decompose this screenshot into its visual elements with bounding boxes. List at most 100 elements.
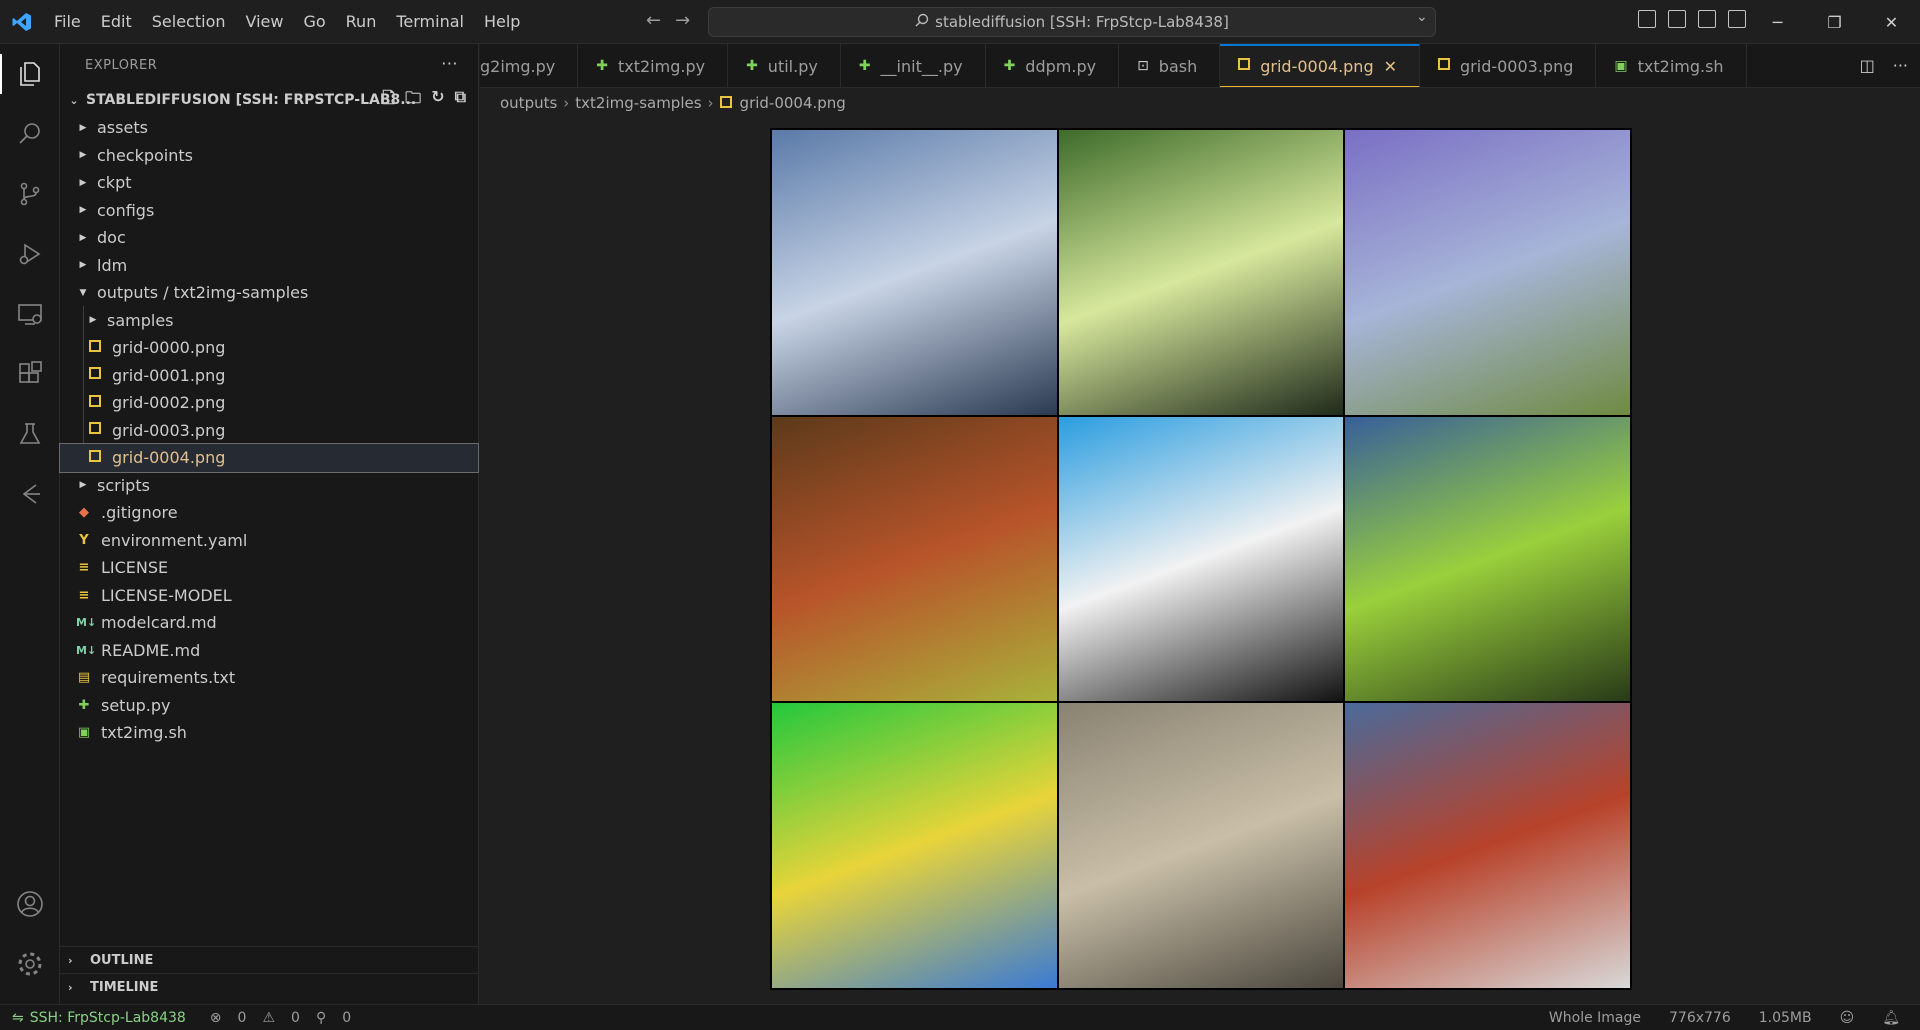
tree-item-folder[interactable]: ▶ assets	[60, 114, 478, 142]
new-file-icon[interactable]: 🗋	[382, 87, 395, 114]
tab-grid-0003[interactable]: grid-0003.png	[1420, 44, 1597, 87]
toggle-secondary-sidebar-icon[interactable]	[1698, 10, 1716, 28]
breadcrumb-item[interactable]: txt2img-samples	[575, 94, 701, 112]
tree-item-folder[interactable]: ▶ samples	[60, 307, 478, 335]
tree-item-folder-open[interactable]: ▼ outputs / txt2img-samples	[60, 279, 478, 307]
timeline-section[interactable]: › TIMELINE	[60, 973, 479, 1000]
extensions-icon[interactable]	[0, 344, 60, 404]
close-icon[interactable]: ✕	[1863, 0, 1920, 44]
remote-icon: ⇋	[12, 1009, 24, 1026]
remote-explorer-icon[interactable]	[0, 284, 60, 344]
command-center-label: stablediffusion [SSH: FrpStcp-Lab8438]	[935, 13, 1229, 31]
chevron-down-icon[interactable]: ⌄	[1416, 9, 1428, 25]
forward-arrow-icon[interactable]: →	[675, 10, 690, 31]
tab-g2img[interactable]: g2img.py	[480, 44, 579, 87]
tree-item-folder[interactable]: ▶ ldm	[60, 252, 478, 280]
tree-item-file[interactable]: grid-0003.png	[60, 417, 478, 445]
navigation-arrows: ← →	[646, 10, 690, 31]
back-arrow-icon[interactable]: ←	[646, 10, 661, 31]
tree-item-label: grid-0000.png	[112, 338, 226, 358]
breadcrumb-item[interactable]: outputs	[500, 94, 557, 112]
menu-view[interactable]: View	[236, 0, 294, 44]
grid-image-tile	[772, 130, 1057, 415]
tree-item-file-selected[interactable]: grid-0004.png	[59, 443, 479, 473]
menu-edit[interactable]: Edit	[91, 0, 142, 44]
chevron-right-icon: ▶	[79, 122, 87, 133]
tab-txt2img-py[interactable]: ✚ txt2img.py	[578, 44, 729, 87]
more-actions-icon[interactable]: ···	[441, 54, 458, 73]
python-icon: ✚	[858, 58, 871, 74]
tree-item-file[interactable]: ✚ setup.py	[60, 692, 478, 720]
tab-util-py[interactable]: ✚ util.py	[728, 44, 841, 87]
run-debug-icon[interactable]	[0, 224, 60, 284]
workspace-root[interactable]: ⌄ STABLEDIFFUSION [SSH: FRPSTCP-LAB8... …	[60, 86, 478, 114]
tab-txt2img-sh[interactable]: ▣ txt2img.sh	[1596, 44, 1747, 87]
tree-item-folder[interactable]: ▶ checkpoints	[60, 142, 478, 170]
tree-item-file[interactable]: Yenvironment.yaml	[60, 527, 478, 555]
tree-item-file[interactable]: ▣ txt2img.sh	[60, 719, 478, 747]
tree-item-label: outputs / txt2img-samples	[97, 283, 309, 303]
tab-grid-0004[interactable]: grid-0004.png ✕	[1220, 44, 1421, 87]
restore-icon[interactable]: ❐	[1806, 0, 1863, 44]
tab-init-py[interactable]: ✚ __init__.py	[841, 44, 986, 87]
tree-item-label: LICENSE	[101, 558, 169, 578]
split-editor-icon[interactable]: ◫	[1860, 56, 1875, 75]
source-control-icon[interactable]	[0, 164, 60, 224]
tree-item-folder[interactable]: ▶ ckpt	[60, 169, 478, 197]
tab-label: util.py	[767, 56, 818, 76]
tab-bash[interactable]: ⊡ bash	[1119, 44, 1221, 87]
tree-item-folder[interactable]: ▶ scripts	[60, 472, 478, 500]
command-center[interactable]: stablediffusion [SSH: FrpStcp-Lab8438]	[708, 7, 1436, 37]
tree-item-file[interactable]: ▤ requirements.txt	[60, 664, 478, 692]
menu-go[interactable]: Go	[293, 0, 335, 44]
tree-item-file[interactable]: M↓ modelcard.md	[60, 609, 478, 637]
menu-terminal[interactable]: Terminal	[386, 0, 474, 44]
breadcrumb-item[interactable]: grid-0004.png	[740, 94, 846, 112]
tree-item-file[interactable]: ≡ LICENSE-MODEL	[60, 582, 478, 610]
tab-ddpm-py[interactable]: ✚ ddpm.py	[986, 44, 1120, 87]
tree-item-file[interactable]: grid-0000.png	[60, 334, 478, 362]
accounts-icon[interactable]: ☺	[1840, 1010, 1855, 1026]
tree-item-file[interactable]: grid-0002.png	[60, 389, 478, 417]
tree-item-label: ldm	[97, 255, 128, 275]
timeline-icon[interactable]	[0, 464, 60, 524]
toggle-panel-icon[interactable]	[1668, 10, 1686, 28]
explorer-icon[interactable]	[0, 44, 60, 104]
gear-icon[interactable]	[0, 934, 60, 994]
zoom-mode[interactable]: Whole Image	[1549, 1010, 1641, 1026]
minimize-icon[interactable]: ─	[1749, 0, 1806, 44]
outline-section[interactable]: › OUTLINE	[60, 946, 479, 973]
image-preview[interactable]	[770, 128, 1632, 990]
title-bar: File Edit Selection View Go Run Terminal…	[0, 0, 1920, 44]
menu-selection[interactable]: Selection	[142, 0, 236, 44]
tree-item-file[interactable]: ◆ .gitignore	[60, 499, 478, 527]
tree-item-folder[interactable]: ▶ configs	[60, 197, 478, 225]
remote-label: SSH: FrpStcp-Lab8438	[29, 1009, 186, 1026]
tree-item-folder[interactable]: ▶ doc	[60, 224, 478, 252]
tree-item-label: doc	[97, 228, 126, 248]
file-size: 1.05MB	[1758, 1009, 1812, 1026]
search-icon[interactable]	[0, 104, 60, 164]
close-icon[interactable]: ✕	[1384, 57, 1397, 76]
more-actions-icon[interactable]: ···	[1893, 56, 1908, 75]
testing-icon[interactable]	[0, 404, 60, 464]
status-bar: ⇋ SSH: FrpStcp-Lab8438 ⊗ 0 ⚠ 0 ⚲ 0 Whole Im…	[0, 1004, 1920, 1030]
tab-label: txt2img.sh	[1637, 56, 1724, 76]
menu-help[interactable]: Help	[474, 0, 530, 44]
new-folder-icon[interactable]: 🗀	[405, 87, 421, 114]
tree-item-file[interactable]: M↓ README.md	[60, 637, 478, 665]
tree-item-file[interactable]: ≡ LICENSE	[60, 554, 478, 582]
tree-item-file[interactable]: grid-0001.png	[60, 362, 478, 390]
collapse-all-icon[interactable]: ⧉	[455, 87, 466, 114]
refresh-icon[interactable]: ↻	[431, 87, 444, 114]
chevron-down-icon: ▼	[79, 287, 87, 298]
menu-file[interactable]: File	[44, 0, 91, 44]
toggle-primary-sidebar-icon[interactable]	[1638, 10, 1656, 28]
problems-indicator[interactable]: ⊗ 0 ⚠ 0 ⚲ 0	[210, 1010, 351, 1026]
chevron-right-icon: ▶	[79, 205, 87, 216]
account-icon[interactable]	[0, 874, 60, 934]
bell-icon[interactable]: 🔔︎	[1882, 1010, 1900, 1026]
customize-layout-icon[interactable]	[1728, 10, 1746, 28]
remote-indicator[interactable]: ⇋ SSH: FrpStcp-Lab8438	[0, 1004, 198, 1030]
menu-run[interactable]: Run	[336, 0, 387, 44]
